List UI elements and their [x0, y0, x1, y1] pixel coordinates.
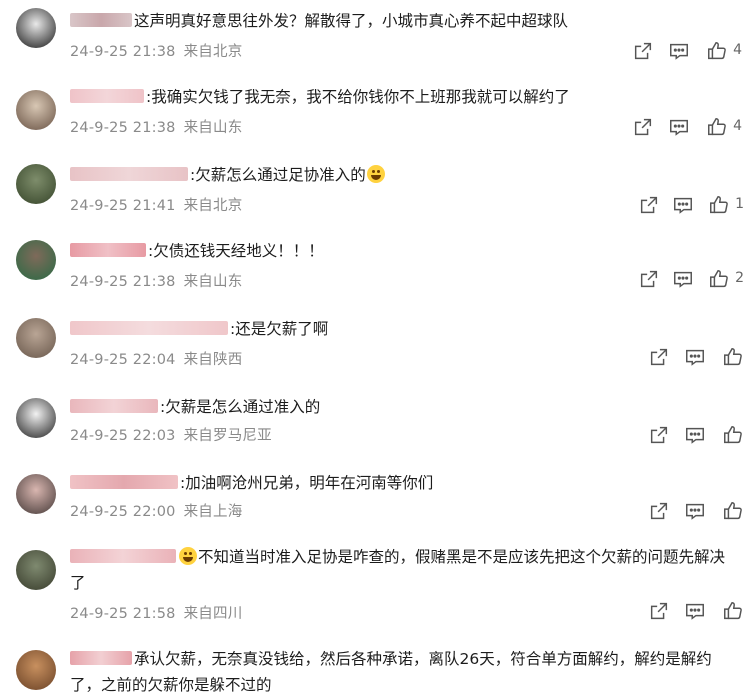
- share-icon[interactable]: [648, 500, 670, 522]
- blurred-username[interactable]: [70, 13, 132, 27]
- like-icon[interactable]: [722, 600, 744, 622]
- comment-date: 24-9-25 22:00: [70, 504, 176, 520]
- blurred-username[interactable]: [70, 475, 178, 489]
- comment-actions: 4: [620, 40, 750, 62]
- avatar[interactable]: [16, 90, 56, 130]
- comment-actions: [620, 500, 750, 522]
- comment-meta: 24-9-25 21:41 来自北京: [70, 194, 242, 215]
- blurred-username[interactable]: [70, 651, 132, 665]
- comment-text: :还是欠薪了啊: [70, 316, 728, 342]
- comment-meta: 24-9-25 21:38 来自山东: [70, 116, 242, 137]
- like-icon[interactable]: [706, 40, 728, 62]
- comment-text: :欠债还钱天经地义！！！: [70, 238, 728, 264]
- comment-body: :欠债还钱天经地义！！！: [148, 242, 324, 260]
- share-icon[interactable]: [638, 194, 660, 216]
- comment-date: 24-9-25 22:03: [70, 428, 176, 444]
- blurred-username[interactable]: [70, 321, 228, 335]
- comment-date: 24-9-25 21:38: [70, 274, 176, 290]
- comment-meta: 24-9-25 22:03 来自罗马尼亚: [70, 424, 272, 445]
- comment-body: 这声明真好意思往外发？解散得了，小城市真心养不起中超球队: [134, 12, 569, 30]
- share-icon[interactable]: [648, 346, 670, 368]
- comment-icon[interactable]: [684, 346, 706, 368]
- share-icon[interactable]: [632, 116, 654, 138]
- comment-text: 不知道当时准入足协是咋查的，假赌黑是不是应该先把这个欠薪的问题先解决了: [70, 544, 728, 596]
- comment-icon[interactable]: [684, 600, 706, 622]
- comment-location: 来自北京: [183, 198, 243, 214]
- comment-location: 来自山东: [183, 120, 243, 136]
- share-icon[interactable]: [648, 424, 670, 446]
- comment-icon[interactable]: [668, 116, 690, 138]
- share-icon[interactable]: [638, 268, 660, 290]
- like-icon[interactable]: [722, 500, 744, 522]
- comment-meta: 24-9-25 22:00 来自上海: [70, 500, 242, 521]
- comment-date: 24-9-25 21:38: [70, 44, 176, 60]
- comment-date: 24-9-25 21:38: [70, 120, 176, 136]
- like-icon[interactable]: [708, 194, 730, 216]
- comment-date: 24-9-25 21:41: [70, 198, 176, 214]
- comment-actions: 1: [620, 194, 750, 216]
- comment-meta: 24-9-25 22:04 来自陕西: [70, 348, 242, 369]
- comment-icon[interactable]: [684, 500, 706, 522]
- avatar[interactable]: [16, 474, 56, 514]
- blurred-username[interactable]: [70, 167, 188, 181]
- comment-actions: 2: [620, 268, 750, 290]
- comment-text: 这声明真好意思往外发？解散得了，小城市真心养不起中超球队: [70, 8, 728, 34]
- comment-location: 来自上海: [183, 504, 243, 520]
- avatar[interactable]: [16, 164, 56, 204]
- avatar[interactable]: [16, 8, 56, 48]
- comment-meta: 24-9-25 21:38 来自山东: [70, 270, 242, 291]
- comment-icon[interactable]: [668, 40, 690, 62]
- comment-text: 承认欠薪，无奈真没钱给，然后各种承诺，离队26天，符合单方面解约，解约是解约了，…: [70, 646, 728, 698]
- like-count: 2: [735, 270, 744, 286]
- comment-body: 承认欠薪，无奈真没钱给，然后各种承诺，离队26天，符合单方面解约，解约是解约了，…: [70, 650, 712, 694]
- comment-actions: [620, 600, 750, 622]
- blurred-username[interactable]: [70, 399, 158, 413]
- like-icon[interactable]: [706, 116, 728, 138]
- grinning-sweat-emoji: [366, 165, 385, 183]
- comment-location: 来自罗马尼亚: [183, 428, 272, 444]
- avatar[interactable]: [16, 650, 56, 690]
- avatar[interactable]: [16, 550, 56, 590]
- blurred-username[interactable]: [70, 549, 176, 563]
- avatar[interactable]: [16, 240, 56, 280]
- blurred-username[interactable]: [70, 89, 144, 103]
- blurred-username[interactable]: [70, 243, 146, 257]
- comment-meta: 24-9-25 21:58 来自四川: [70, 602, 242, 623]
- comment-location: 来自四川: [183, 606, 243, 622]
- comment-list: 这声明真好意思往外发？解散得了，小城市真心养不起中超球队 24-9-25 21:…: [0, 0, 750, 697]
- like-count: 4: [733, 42, 742, 58]
- like-count: 4: [733, 118, 742, 134]
- like-icon[interactable]: [722, 346, 744, 368]
- grinning-sweat-emoji: [179, 547, 197, 565]
- comment-location: 来自山东: [183, 274, 243, 290]
- comment-location: 来自北京: [183, 44, 243, 60]
- comment-text: :我确实欠钱了我无奈，我不给你钱你不上班那我就可以解约了: [70, 84, 728, 110]
- comment-actions: 4: [620, 116, 750, 138]
- comment-meta: 24-9-25 21:38 来自北京: [70, 40, 242, 61]
- like-icon[interactable]: [722, 424, 744, 446]
- like-icon[interactable]: [708, 268, 730, 290]
- comment-location: 来自陕西: [183, 352, 243, 368]
- comment-body: :我确实欠钱了我无奈，我不给你钱你不上班那我就可以解约了: [146, 88, 570, 106]
- share-icon[interactable]: [632, 40, 654, 62]
- comment-icon[interactable]: [672, 194, 694, 216]
- comment-date: 24-9-25 22:04: [70, 352, 176, 368]
- comment-text: :欠薪是怎么通过准入的: [70, 394, 728, 420]
- comment-body: :欠薪怎么通过足协准入的: [190, 166, 366, 184]
- comment-icon[interactable]: [684, 424, 706, 446]
- avatar[interactable]: [16, 318, 56, 358]
- comment-icon[interactable]: [672, 268, 694, 290]
- comment-body: :加油啊沧州兄弟，明年在河南等你们: [180, 474, 434, 492]
- comment-body: :还是欠薪了啊: [230, 320, 329, 338]
- comment-actions: [620, 346, 750, 368]
- avatar[interactable]: [16, 398, 56, 438]
- comment-text: :欠薪怎么通过足协准入的: [70, 162, 728, 188]
- comment-text: :加油啊沧州兄弟，明年在河南等你们: [70, 470, 728, 496]
- comment-date: 24-9-25 21:58: [70, 606, 176, 622]
- like-count: 1: [735, 196, 744, 212]
- comment-actions: [620, 424, 750, 446]
- share-icon[interactable]: [648, 600, 670, 622]
- comment-body: :欠薪是怎么通过准入的: [160, 398, 321, 416]
